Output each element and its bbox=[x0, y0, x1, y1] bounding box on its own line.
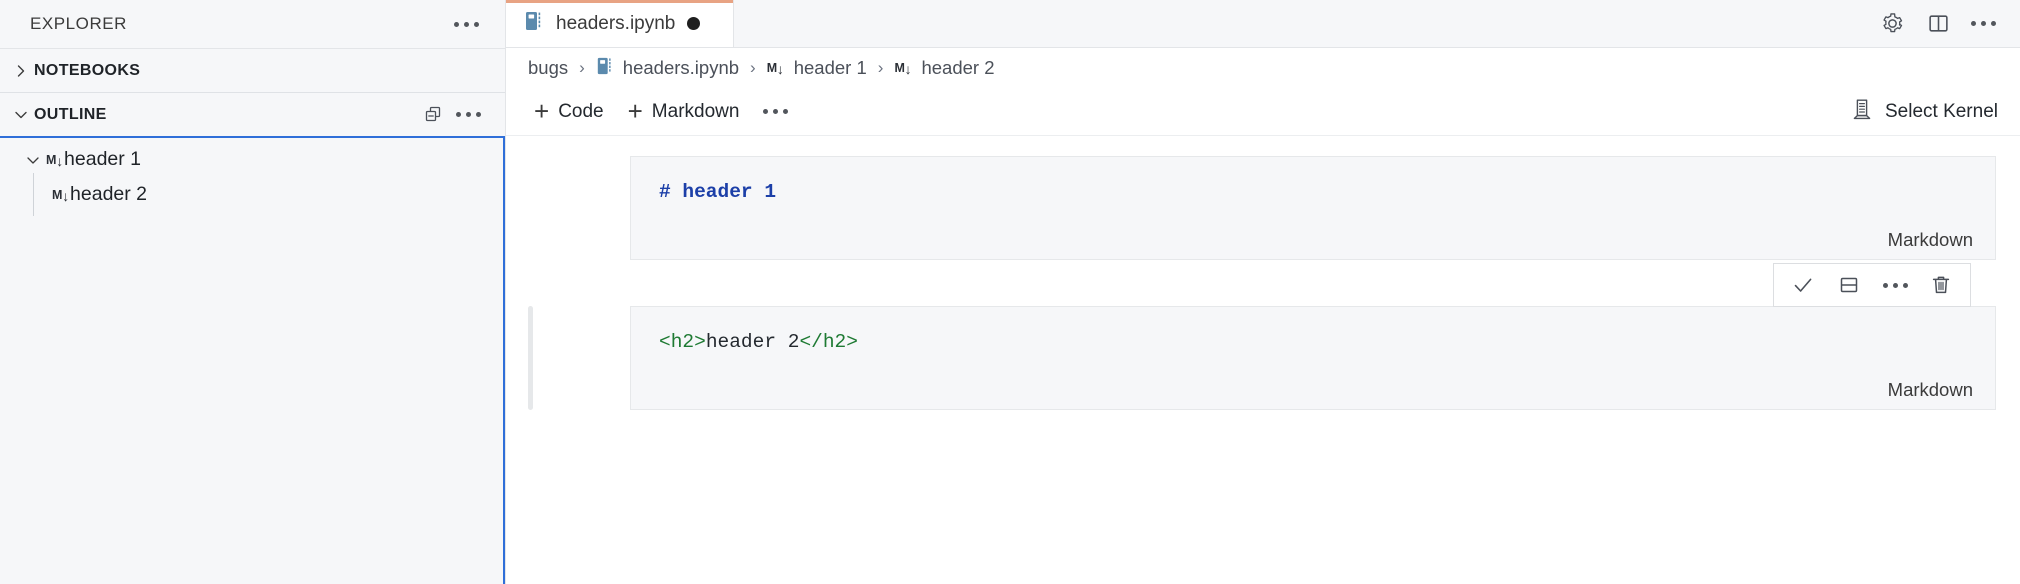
select-kernel-button[interactable]: Select Kernel bbox=[1851, 97, 1998, 127]
sidebar: EXPLORER NOTEBOOKS OUTLINE M ↓ header 1 … bbox=[0, 0, 506, 584]
sidebar-section-label: NOTEBOOKS bbox=[34, 61, 141, 79]
cell-editor[interactable]: # header 1 Markdown bbox=[630, 156, 1996, 260]
chevron-down-icon[interactable] bbox=[20, 147, 46, 173]
outline-tree[interactable]: M ↓ header 1 M ↓ header 2 bbox=[0, 136, 505, 584]
outline-item-header-2[interactable]: M ↓ header 2 bbox=[0, 173, 503, 216]
breadcrumb: bugs › headers.ipynb › M ↓ header 1 › M … bbox=[506, 48, 2020, 88]
select-kernel-label: Select Kernel bbox=[1884, 100, 1998, 122]
breadcrumb-separator: › bbox=[750, 58, 756, 77]
cell-action-toolbar bbox=[1773, 263, 1971, 307]
markdown-heading-token: # header bbox=[659, 181, 765, 203]
add-markdown-cell-button[interactable]: + Markdown bbox=[616, 95, 752, 129]
tab-headers-ipynb[interactable]: headers.ipynb bbox=[506, 0, 734, 47]
notebook-cell[interactable]: # header 1 Markdown bbox=[506, 156, 2020, 260]
cell-gutter bbox=[506, 306, 630, 410]
chevron-down-icon bbox=[8, 102, 34, 128]
outline-item-header-1[interactable]: M ↓ header 1 bbox=[0, 142, 503, 177]
sidebar-title-row: EXPLORER bbox=[0, 0, 505, 48]
cell-gutter bbox=[506, 156, 630, 260]
notebook-toolbar: + Code + Markdown Select Kernel bbox=[506, 88, 2020, 136]
sidebar-section-notebooks[interactable]: NOTEBOOKS bbox=[0, 48, 505, 92]
sidebar-section-outline[interactable]: OUTLINE bbox=[0, 92, 505, 136]
markdown-heading-highlight-token: 1 bbox=[764, 181, 777, 203]
notebook-icon bbox=[524, 10, 544, 37]
plus-icon: + bbox=[627, 95, 643, 126]
add-code-cell-button[interactable]: + Code bbox=[522, 95, 616, 129]
collapse-all-icon[interactable] bbox=[418, 100, 448, 130]
editor-more-actions-icon[interactable] bbox=[1963, 15, 2004, 32]
cell-source-line: <h2>header 2</h2> bbox=[659, 329, 1969, 356]
split-cell-icon[interactable] bbox=[1828, 264, 1870, 306]
cell-source-line: # header 1 bbox=[659, 179, 1969, 206]
breadcrumb-label: bugs bbox=[528, 57, 569, 78]
notebook-more-actions-icon[interactable] bbox=[751, 101, 800, 122]
breadcrumb-item-header-2[interactable]: M ↓ header 2 bbox=[892, 57, 996, 79]
outline-more-actions-icon[interactable] bbox=[448, 106, 489, 123]
html-tag-token: </h2> bbox=[799, 331, 858, 353]
outline-item-label: header 2 bbox=[70, 183, 148, 205]
breadcrumb-separator: › bbox=[877, 58, 884, 77]
breadcrumb-item-header-1[interactable]: M ↓ header 1 bbox=[765, 57, 869, 79]
breadcrumb-label: header 1 bbox=[793, 57, 867, 78]
tree-indent-guide bbox=[33, 173, 34, 216]
chevron-right-icon bbox=[8, 58, 34, 84]
cell-language-label[interactable]: Markdown bbox=[1888, 379, 1973, 401]
markdown-symbol-icon: M ↓ bbox=[766, 61, 784, 77]
add-markdown-cell-label: Markdown bbox=[651, 100, 740, 122]
outline-item-label: header 1 bbox=[64, 148, 142, 170]
cell-editor[interactable]: <h2>header 2</h2> Markdown bbox=[630, 263, 1996, 410]
tab-label: headers.ipynb bbox=[556, 12, 676, 34]
plus-icon: + bbox=[534, 95, 550, 126]
add-code-cell-label: Code bbox=[558, 100, 604, 122]
split-editor-icon[interactable] bbox=[1917, 3, 1959, 45]
delete-cell-icon[interactable] bbox=[1920, 264, 1962, 306]
markdown-symbol-icon: M ↓ bbox=[52, 187, 70, 204]
html-tag-token: <h2> bbox=[659, 331, 706, 353]
plain-text-token: header 2 bbox=[705, 331, 800, 353]
cell-language-label[interactable]: Markdown bbox=[1888, 229, 1973, 251]
settings-gear-icon[interactable] bbox=[1871, 3, 1913, 45]
breadcrumb-separator: › bbox=[579, 58, 585, 77]
editor-area: headers.ipynb bugs › headers.ipynb › M ↓… bbox=[506, 0, 2020, 584]
markdown-symbol-icon: M ↓ bbox=[894, 61, 912, 77]
notebook-icon bbox=[596, 56, 614, 81]
confirm-check-icon[interactable] bbox=[1782, 264, 1824, 306]
markdown-symbol-icon: M ↓ bbox=[46, 152, 64, 169]
breadcrumb-label: headers.ipynb bbox=[622, 57, 740, 78]
sidebar-title: EXPLORER bbox=[30, 14, 127, 33]
sidebar-more-actions-icon[interactable] bbox=[446, 16, 487, 33]
more-ellipsis-icon[interactable] bbox=[1874, 264, 1916, 306]
notebook-cell[interactable]: <h2>header 2</h2> Markdown bbox=[506, 263, 2020, 410]
notebook-cell-list: # header 1 Markdown <h2>header 2</h2> Ma… bbox=[506, 136, 2020, 584]
tab-bar: headers.ipynb bbox=[506, 0, 2020, 48]
breadcrumb-item-file[interactable]: headers.ipynb bbox=[594, 56, 741, 81]
breadcrumb-label: header 2 bbox=[921, 57, 995, 78]
tab-dirty-indicator[interactable] bbox=[687, 17, 701, 30]
vscode-window: EXPLORER NOTEBOOKS OUTLINE M ↓ header 1 … bbox=[0, 0, 2020, 584]
cell-focus-indicator bbox=[528, 306, 533, 410]
server-kernel-icon bbox=[1851, 97, 1873, 127]
editor-actions bbox=[1871, 0, 2020, 47]
tab-bar-spacer bbox=[734, 0, 1871, 47]
sidebar-section-label: OUTLINE bbox=[34, 105, 107, 123]
breadcrumb-item-folder[interactable]: bugs bbox=[526, 57, 570, 79]
